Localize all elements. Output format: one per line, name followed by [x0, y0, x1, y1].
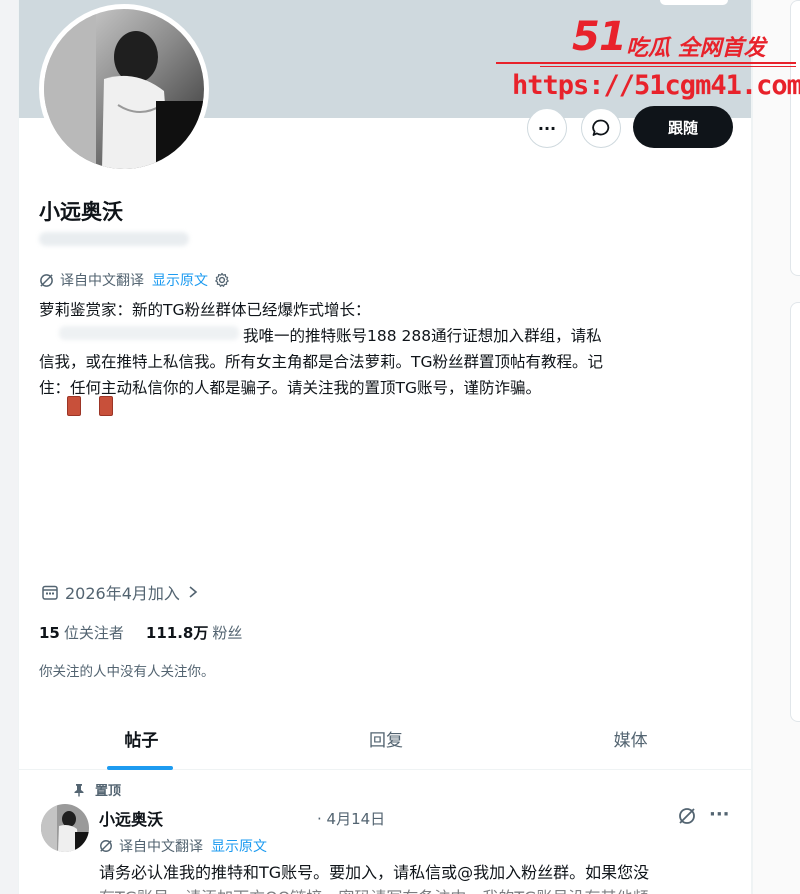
- follow-button[interactable]: 跟随: [633, 106, 733, 148]
- post-more-button[interactable]: ···: [709, 804, 730, 825]
- profile-tabs: 帖子 回复 媒体: [19, 708, 751, 770]
- profile-display-name: 小远奥沃: [39, 200, 123, 224]
- watermark-divider-thin: [540, 66, 796, 67]
- right-sidebar-card-bottom: [790, 302, 800, 722]
- watermark-tagline: 吃瓜 全网首发: [626, 36, 766, 61]
- message-button[interactable]: [581, 108, 621, 148]
- more-options-button[interactable]: ···: [527, 108, 567, 148]
- pinned-indicator: 置顶: [73, 780, 121, 799]
- calendar-icon: [42, 585, 58, 600]
- profile-handle-blurred: [39, 232, 189, 246]
- tab-active-indicator: [107, 766, 173, 770]
- grok-icon: [100, 840, 112, 852]
- tab-posts-label: 帖子: [124, 731, 159, 751]
- post-author-avatar[interactable]: [41, 804, 89, 852]
- post-author-name[interactable]: 小远奥沃: [99, 806, 163, 830]
- tab-media-label: 媒体: [613, 731, 648, 751]
- chevron-right-icon: [189, 586, 198, 598]
- followers-label: 粉丝: [212, 624, 243, 642]
- gear-icon[interactable]: [214, 272, 230, 288]
- left-gutter: [0, 0, 18, 894]
- bio-show-original-link[interactable]: 显示原文: [152, 270, 208, 290]
- bio-line-1: 萝莉鉴赏家：新的TG粉丝群体已经爆炸式增长：: [39, 301, 371, 319]
- bio-line-4: 住：任何主动私信你的人都是骗子。请关注我的置顶TG账号，谨防诈骗。: [39, 379, 541, 397]
- bio-translation-row: 译自中文翻译 显示原文: [39, 270, 236, 290]
- following-stat[interactable]: 15 位关注者: [39, 622, 124, 643]
- post-date[interactable]: · 4月14日: [317, 808, 385, 829]
- profile-joined-row[interactable]: 2026年4月加入: [41, 580, 206, 604]
- profile-stats: 15 位关注者 111.8万 粉丝: [39, 622, 242, 643]
- post-text: 请务必认准我的推特和TG账号。要加入，请私信或@我加入粉丝群。如果您没: [99, 863, 650, 882]
- watermark-number: 51: [572, 14, 627, 60]
- tab-replies-label: 回复: [369, 731, 403, 751]
- follow-label: 跟随: [667, 118, 698, 137]
- pinned-label: 置顶: [95, 784, 122, 799]
- tab-media[interactable]: 媒体: [508, 708, 751, 769]
- following-count: 15: [39, 624, 60, 642]
- tab-replies[interactable]: 回复: [264, 708, 509, 769]
- profile-bio: 萝莉鉴赏家：新的TG粉丝群体已经爆炸式增长： 我唯一的推特账号188 288通行…: [39, 297, 739, 401]
- watermark-url: https://51cgm41.com: [512, 70, 800, 101]
- more-options-label: ···: [537, 118, 557, 138]
- message-icon: [592, 119, 610, 136]
- top-edge-tab: [659, 0, 729, 6]
- post-translate-label: 译自中文翻译: [119, 839, 203, 855]
- profile-avatar[interactable]: [39, 4, 209, 174]
- pin-icon: [74, 783, 84, 796]
- post-avatar-photo: [41, 804, 89, 852]
- profile-joined-date: 2026年4月加入: [65, 584, 180, 603]
- followers-count: 111.8万: [145, 624, 209, 642]
- post-text-continued: 有TG账号，请添加下方QQ链接，密码请写在备注中。我的TG账号没有其他频: [99, 884, 649, 894]
- red-envelope-icon: [67, 396, 81, 416]
- tab-posts[interactable]: 帖子: [19, 708, 264, 770]
- post-translation-row: 译自中文翻译 显示原文: [99, 836, 267, 856]
- bio-line-3: 信我，或在推特上私信我。所有女主角都是合法萝莉。TG粉丝群置顶帖有教程。记: [39, 353, 603, 371]
- red-envelope-icon: [99, 396, 113, 416]
- followers-stat[interactable]: 111.8万 粉丝: [146, 622, 242, 643]
- grok-icon: [40, 273, 53, 287]
- watermark-divider: [496, 62, 796, 64]
- bio-redacted-block: [59, 326, 239, 340]
- post-grok-button[interactable]: [677, 806, 697, 830]
- right-sidebar-card-top: [790, 0, 800, 276]
- bio-translate-label: 译自中文翻译: [60, 273, 144, 289]
- grok-icon: [679, 808, 695, 824]
- bio-emoji-row: [67, 396, 113, 416]
- post-show-original-link[interactable]: 显示原文: [211, 836, 267, 856]
- avatar-photo: [44, 9, 204, 169]
- profile-column: ··· 跟随 小远奥沃 译自中文翻译 显示原文 萝莉鉴赏家：新的TG粉丝群体已经…: [18, 0, 752, 894]
- following-label: 位关注者: [63, 624, 124, 642]
- followed-by-note: 你关注的人中没有人关注你。: [39, 664, 215, 680]
